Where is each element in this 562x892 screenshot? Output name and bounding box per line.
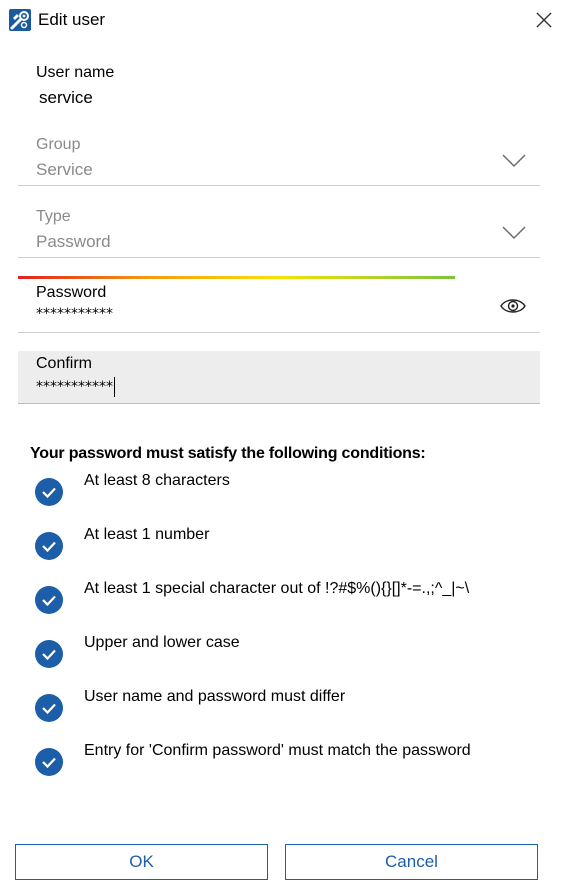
confirm-value-wrap: ***********	[36, 377, 115, 397]
wrench-gear-icon	[9, 9, 31, 31]
condition-item: Entry for 'Confirm password' must match …	[35, 742, 535, 778]
check-circle-icon	[35, 640, 63, 668]
group-label: Group	[36, 136, 81, 153]
condition-item: At least 1 number	[35, 526, 535, 562]
condition-text: At least 8 characters	[84, 472, 230, 489]
close-button[interactable]	[534, 10, 554, 30]
type-underline	[18, 257, 540, 258]
condition-item: At least 8 characters	[35, 472, 535, 508]
condition-text: Entry for 'Confirm password' must match …	[84, 742, 471, 759]
confirm-password-field[interactable]: Confirm ***********	[18, 351, 540, 404]
text-caret	[114, 377, 115, 397]
condition-item: At least 1 special character out of !?#$…	[35, 580, 535, 616]
type-label: Type	[36, 208, 71, 225]
close-icon	[536, 12, 552, 28]
check-circle-icon	[35, 694, 63, 722]
chevron-down-icon	[502, 154, 526, 167]
group-select[interactable]: Group Service	[18, 136, 540, 186]
ok-button[interactable]: OK	[15, 844, 268, 880]
password-underline	[18, 332, 540, 333]
username-value: service	[39, 88, 93, 107]
password-strength-bar	[18, 276, 455, 279]
cancel-button[interactable]: Cancel	[285, 844, 538, 880]
title-bar: Edit user	[0, 0, 562, 40]
username-label: User name	[36, 64, 115, 81]
condition-text: At least 1 special character out of !?#$…	[84, 580, 470, 597]
group-value: Service	[36, 160, 93, 179]
conditions-title: Your password must satisfy the following…	[30, 445, 426, 462]
group-underline	[18, 185, 540, 186]
condition-text: At least 1 number	[84, 526, 210, 543]
show-password-button[interactable]	[499, 296, 527, 316]
password-value: ***********	[36, 306, 113, 322]
username-field[interactable]: User name service	[18, 64, 540, 120]
confirm-value: ***********	[36, 379, 113, 395]
check-circle-icon	[35, 586, 63, 614]
check-circle-icon	[35, 478, 63, 506]
check-circle-icon	[35, 748, 63, 776]
confirm-label: Confirm	[36, 355, 93, 372]
type-select[interactable]: Type Password	[18, 208, 540, 258]
window-title: Edit user	[38, 10, 106, 29]
password-field[interactable]: Password ***********	[18, 283, 540, 333]
password-label: Password	[36, 284, 107, 301]
condition-item: Upper and lower case	[35, 634, 535, 670]
check-circle-icon	[35, 532, 63, 560]
confirm-underline	[18, 403, 540, 404]
condition-text: Upper and lower case	[84, 634, 240, 651]
condition-item: User name and password must differ	[35, 688, 535, 724]
eye-icon	[500, 299, 526, 313]
condition-text: User name and password must differ	[84, 688, 346, 705]
type-value: Password	[36, 232, 111, 251]
chevron-down-icon	[502, 226, 526, 239]
